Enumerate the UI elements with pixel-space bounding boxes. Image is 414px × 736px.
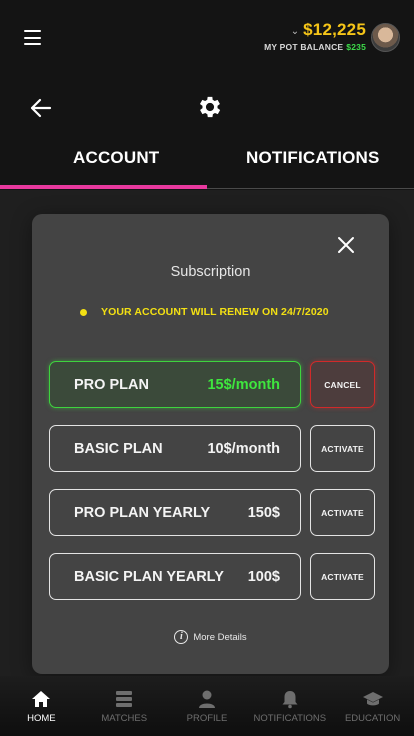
plan-price: 150$ [247, 504, 280, 521]
pot-balance-amount: $235 [346, 42, 366, 52]
renew-text: YOUR ACCOUNT WILL RENEW ON 24/7/2020 [101, 306, 329, 318]
activate-button[interactable]: ACTIVATE [310, 553, 375, 600]
avatar[interactable] [371, 23, 400, 52]
plan-pro[interactable]: PRO PLAN 15$/month [49, 361, 301, 408]
renew-notice: YOUR ACCOUNT WILL RENEW ON 24/7/2020 [80, 306, 329, 318]
nav-label: EDUCATION [344, 713, 401, 724]
nav-education[interactable]: EDUCATION [331, 676, 414, 736]
tab-account[interactable]: ACCOUNT [73, 148, 159, 168]
hamburger-menu-icon[interactable] [24, 30, 41, 45]
tab-notifications[interactable]: NOTIFICATIONS [246, 148, 380, 168]
activate-button[interactable]: ACTIVATE [310, 425, 375, 472]
plan-name: BASIC PLAN [74, 440, 163, 457]
bottom-nav: HOME MATCHES PROFILE NOTIFICATIONS EDUCA… [0, 676, 414, 736]
nav-home[interactable]: HOME [0, 676, 83, 736]
modal-title: Subscription [170, 264, 251, 280]
top-bar: ⌄ $12,225 MY POT BALANCE $235 [0, 0, 414, 78]
status-dot-icon [80, 308, 87, 316]
nav-label: PROFILE [186, 713, 228, 724]
settings-header: ACCOUNT NOTIFICATIONS [0, 78, 414, 190]
nav-label: MATCHES [101, 713, 148, 724]
home-icon [32, 691, 51, 707]
close-icon[interactable] [337, 236, 355, 254]
active-tab-indicator [0, 185, 207, 189]
app-root: ⌄ $12,225 MY POT BALANCE $235 ACCOUNT NOT… [0, 0, 414, 736]
nav-label: NOTIFICATIONS [253, 713, 327, 724]
plan-price: 15$/month [207, 376, 280, 393]
chevron-down-icon: ⌄ [290, 25, 300, 37]
pot-balance-label: MY POT BALANCE [264, 42, 344, 52]
plan-pro-yearly[interactable]: PRO PLAN YEARLY 150$ [49, 489, 301, 536]
nav-matches[interactable]: MATCHES [83, 676, 166, 736]
matches-icon [116, 691, 133, 707]
back-arrow-icon[interactable] [30, 98, 52, 118]
plan-name: PRO PLAN [74, 376, 149, 393]
info-icon: i [174, 630, 189, 644]
plan-basic-yearly[interactable]: BASIC PLAN YEARLY 100$ [49, 553, 301, 600]
graduation-cap-icon [362, 692, 383, 706]
bell-icon [282, 691, 298, 709]
plan-basic[interactable]: BASIC PLAN 10$/month [49, 425, 301, 472]
tab-divider [207, 188, 414, 189]
more-details-link[interactable]: i More Details [32, 630, 389, 644]
pot-balance: MY POT BALANCE $235 [264, 42, 366, 52]
plan-name: PRO PLAN YEARLY [74, 504, 211, 521]
gear-icon [199, 96, 221, 118]
nav-profile[interactable]: PROFILE [166, 676, 249, 736]
balance-display[interactable]: ⌄ $12,225 MY POT BALANCE $235 [264, 20, 366, 52]
cancel-button[interactable]: CANCEL [310, 361, 375, 408]
activate-button[interactable]: ACTIVATE [310, 489, 375, 536]
plan-price: 100$ [247, 568, 280, 585]
subscription-modal: Subscription YOUR ACCOUNT WILL RENEW ON … [32, 214, 389, 674]
plan-name: BASIC PLAN YEARLY [74, 568, 224, 585]
nav-notifications[interactable]: NOTIFICATIONS [248, 676, 331, 736]
plan-price: 10$/month [207, 440, 280, 457]
balance-amount: $12,225 [303, 20, 366, 39]
more-details-label: More Details [193, 631, 247, 643]
nav-label: HOME [27, 713, 56, 724]
profile-icon [198, 690, 215, 708]
